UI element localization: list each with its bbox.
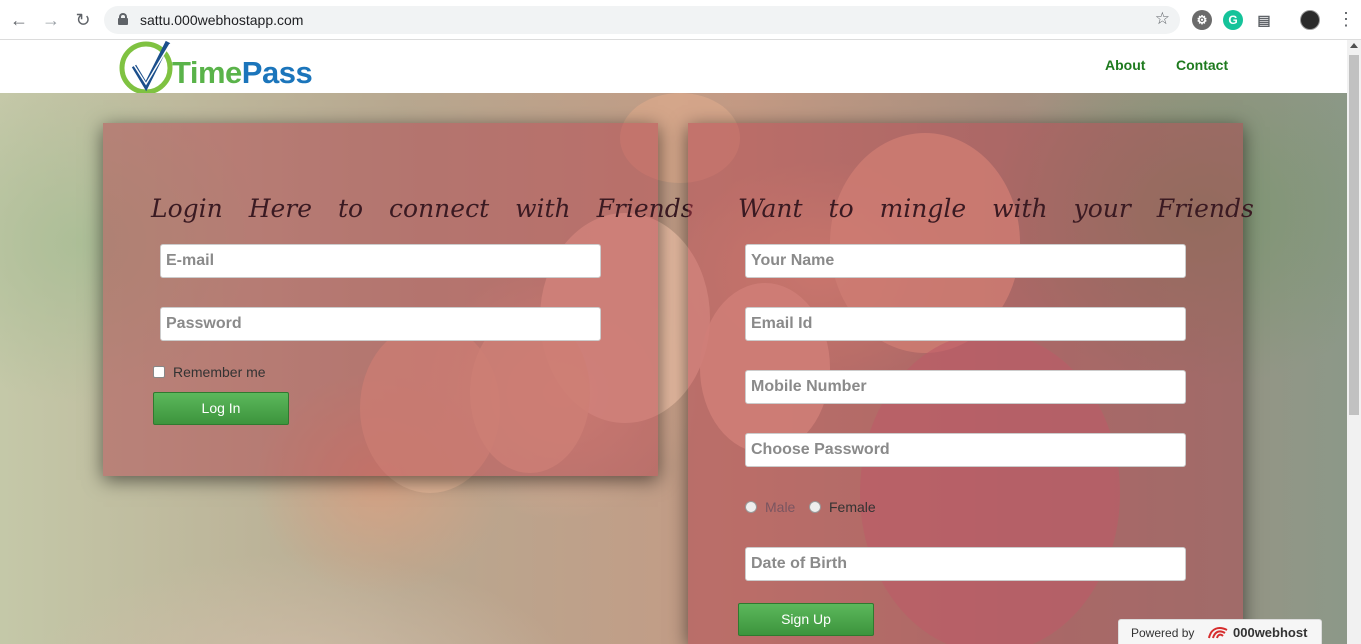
login-panel: Login Here to connect with Friends Remem… xyxy=(103,123,694,476)
scroll-up-arrow-icon[interactable] xyxy=(1350,43,1358,48)
signup-title: Want to mingle with your Friends xyxy=(738,194,1254,223)
nav-link-contact[interactable]: Contact xyxy=(1176,57,1228,73)
signup-dob-input[interactable] xyxy=(745,547,1186,581)
login-password-input[interactable] xyxy=(160,307,601,341)
page-scrollbar[interactable] xyxy=(1347,40,1361,644)
signup-panel: Want to mingle with your Friends Male Fe… xyxy=(688,123,1254,644)
login-email-input[interactable] xyxy=(160,244,601,278)
nav-link-about[interactable]: About xyxy=(1105,57,1145,73)
gender-female-radio[interactable] xyxy=(809,501,821,513)
timepass-logo[interactable]: TimePass xyxy=(118,40,328,93)
gender-male-radio[interactable] xyxy=(745,501,757,513)
logo-wordmark: TimePass xyxy=(172,55,313,90)
grammarly-extension-icon[interactable]: G xyxy=(1223,10,1243,30)
clock-check-icon xyxy=(119,40,173,93)
reload-icon[interactable]: ↻ xyxy=(72,9,94,31)
000webhost-logo-icon xyxy=(1208,627,1228,639)
gender-female-label: Female xyxy=(829,499,876,515)
gender-male-label: Male xyxy=(765,499,796,515)
signup-mobile-input[interactable] xyxy=(745,370,1186,404)
signup-button[interactable]: Sign Up xyxy=(738,603,874,636)
login-button[interactable]: Log In xyxy=(153,392,289,425)
bookmark-star-icon[interactable]: ☆ xyxy=(1155,9,1170,29)
browser-menu-icon[interactable]: ⋮ xyxy=(1337,9,1355,30)
remember-me-checkbox[interactable] xyxy=(153,366,165,378)
signup-name-input[interactable] xyxy=(745,244,1186,278)
profile-avatar[interactable] xyxy=(1300,10,1320,30)
url-text[interactable]: sattu.000webhostapp.com xyxy=(140,12,303,28)
browser-toolbar: ← → ↻ sattu.000webhostapp.com ☆ ⚙ G ▤ ⋮ xyxy=(0,0,1361,40)
powered-by-badge[interactable]: Powered by 000webhost xyxy=(1118,619,1322,644)
login-title: Login Here to connect with Friends xyxy=(151,194,694,223)
lock-icon xyxy=(118,13,128,25)
site-header: TimePass About Contact xyxy=(0,40,1347,93)
extension-puzzle-icon[interactable]: ⚙ xyxy=(1192,10,1212,30)
powered-by-label: Powered by xyxy=(1131,626,1195,640)
brand-name: 000webhost xyxy=(1233,625,1308,640)
signup-password-input[interactable] xyxy=(745,433,1186,467)
scroll-thumb[interactable] xyxy=(1349,55,1359,415)
analytics-extension-icon[interactable]: ▤ xyxy=(1254,10,1274,30)
remember-me-label: Remember me xyxy=(173,364,266,380)
signup-email-input[interactable] xyxy=(745,307,1186,341)
forward-arrow-icon[interactable]: → xyxy=(40,9,62,31)
address-bar[interactable]: sattu.000webhostapp.com ☆ xyxy=(104,6,1180,34)
back-arrow-icon[interactable]: ← xyxy=(8,9,30,31)
